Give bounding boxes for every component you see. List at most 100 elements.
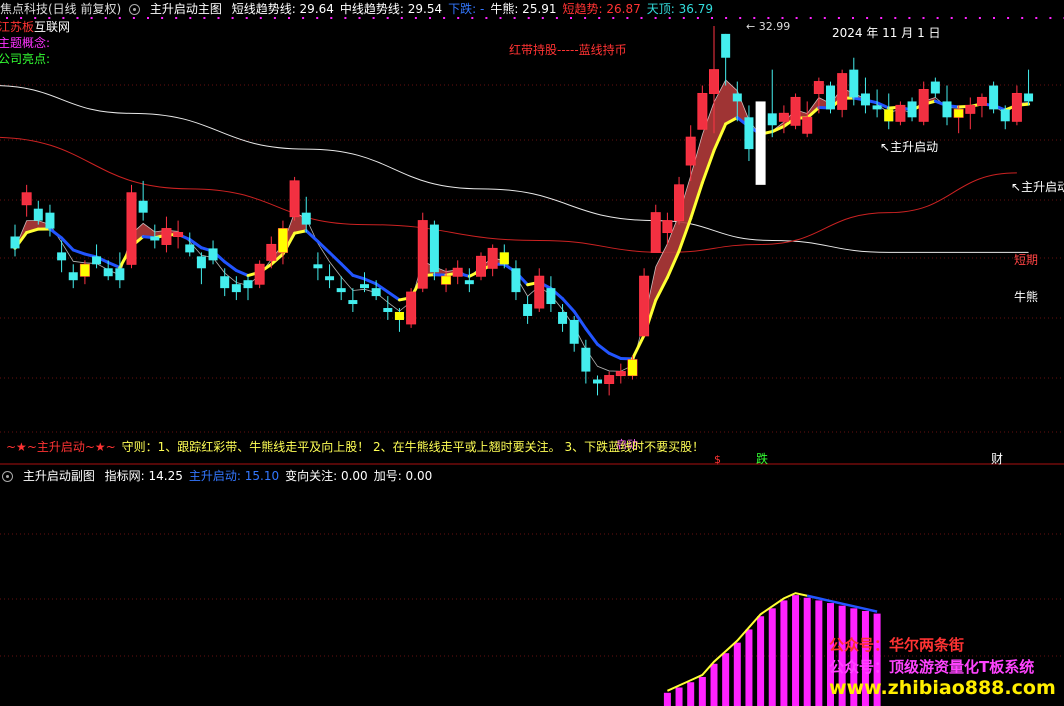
sub-bar <box>792 595 800 706</box>
sub-bar <box>698 676 706 706</box>
candle <box>417 212 428 293</box>
watermark-2: 公众号：顶级游资量化T板系统 <box>829 658 1035 676</box>
top-dot <box>288 17 290 19</box>
top-dot <box>993 17 995 19</box>
candle <box>569 315 579 352</box>
top-dot <box>654 17 657 19</box>
top-dot <box>499 17 502 19</box>
candle <box>534 268 545 312</box>
top-dot <box>48 17 51 19</box>
top-dot <box>739 17 742 19</box>
top-dot <box>753 17 756 19</box>
red-ribbon <box>15 220 50 249</box>
candle <box>243 276 253 301</box>
top-dot <box>104 17 107 19</box>
candle <box>1024 69 1034 106</box>
top-dot <box>344 17 347 19</box>
candle <box>348 288 358 312</box>
sub-bar <box>675 687 683 706</box>
top-dot <box>1021 17 1024 19</box>
candle <box>650 204 661 253</box>
candle <box>697 85 708 130</box>
medium-trend-line <box>316 239 332 255</box>
yellow-candle <box>278 228 288 253</box>
sub-bar <box>780 600 788 706</box>
die-marker: 跌 <box>756 452 769 466</box>
medium-trend-line <box>223 260 238 272</box>
yellow-candle <box>80 264 90 277</box>
candle <box>406 288 417 328</box>
candle <box>581 339 591 384</box>
top-dot <box>725 17 728 19</box>
candle <box>196 252 206 285</box>
top-dot <box>626 17 629 19</box>
medium-trend-line <box>328 251 343 266</box>
top-dot <box>1049 17 1052 19</box>
top-dot <box>273 17 276 19</box>
top-dot <box>936 17 939 19</box>
candle <box>895 101 906 126</box>
candle <box>208 240 218 265</box>
candle <box>289 176 300 221</box>
candle <box>150 224 160 249</box>
candle <box>220 268 230 297</box>
medium-trend-line <box>71 248 87 256</box>
candle <box>837 69 848 118</box>
top-dot <box>302 17 305 19</box>
top-dot <box>527 17 530 19</box>
top-dot <box>189 17 192 19</box>
rule-line: ~★~主升启动~★~ 守则：1、跟踪红彩带、牛熊线走平及向上股！ 2、在牛熊线走… <box>6 438 710 456</box>
candle <box>860 77 870 114</box>
top-dot <box>668 17 671 19</box>
medium-trend-line <box>234 268 250 278</box>
top-dot <box>414 17 417 19</box>
top-dot <box>541 17 544 19</box>
top-dot <box>118 17 121 19</box>
signal-label-1: ↖主升启动 <box>880 140 939 154</box>
candle <box>138 180 148 221</box>
sub-bar <box>733 642 741 706</box>
main-candlestick-chart[interactable] <box>0 0 1064 466</box>
candle <box>604 371 615 396</box>
top-dot <box>767 17 770 19</box>
candle <box>487 244 498 277</box>
bull-bear-line <box>0 85 1029 253</box>
candle <box>313 252 323 281</box>
candle <box>930 77 940 98</box>
top-dot <box>217 17 220 19</box>
candle <box>325 264 335 289</box>
medium-trend-line <box>386 290 401 302</box>
candle <box>429 220 439 281</box>
top-dot <box>20 17 23 19</box>
top-dot <box>908 17 911 19</box>
candle <box>21 184 32 217</box>
candle <box>965 97 976 130</box>
sub-bar <box>710 663 718 706</box>
medium-trend-line <box>304 229 320 243</box>
yellow-candle <box>499 252 509 265</box>
top-dot <box>161 17 164 19</box>
top-dot <box>175 17 178 19</box>
yellow-candle <box>627 359 637 376</box>
sub-bar <box>815 600 823 706</box>
top-dot <box>1007 17 1010 19</box>
date-label: 2024 年 11 月 1 日 <box>832 26 941 40</box>
peak-price-label: ← 32.99 <box>746 20 791 33</box>
candle <box>452 260 463 285</box>
cai-marker: 财 <box>991 452 1004 466</box>
bull-line-label: 牛熊 <box>1014 290 1039 304</box>
top-dot <box>76 17 79 19</box>
candle <box>907 97 917 122</box>
top-dot <box>132 17 135 19</box>
candle <box>254 260 265 289</box>
top-dot <box>203 17 206 19</box>
top-dot <box>584 17 587 19</box>
top-dot <box>555 17 558 19</box>
candle <box>57 240 67 273</box>
top-dot <box>259 17 262 19</box>
medium-trend-line <box>351 273 366 281</box>
top-dot <box>372 17 375 19</box>
fast-trend-line <box>14 79 1029 372</box>
medium-trend-line <box>607 351 623 360</box>
medium-trend-line <box>363 277 378 286</box>
